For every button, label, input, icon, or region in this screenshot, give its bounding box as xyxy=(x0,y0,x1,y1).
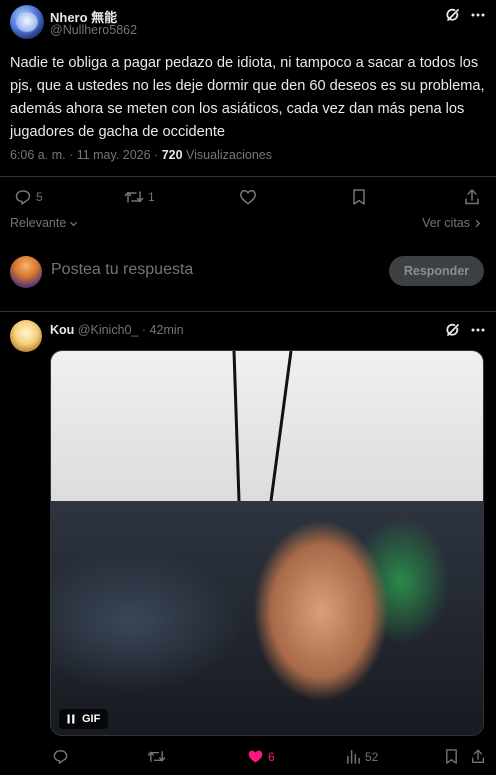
chevron-right-icon xyxy=(475,219,481,227)
share-icon xyxy=(472,749,484,763)
reply-header: Kou @Kinich0_ · 42min xyxy=(50,323,184,337)
more-icon[interactable] xyxy=(468,320,488,340)
gif-badge[interactable]: GIF xyxy=(59,709,109,729)
reply-repost-button[interactable] xyxy=(147,748,166,765)
like-icon xyxy=(240,190,256,205)
reply-author-name[interactable]: Kou xyxy=(50,323,74,337)
reply-input[interactable]: Postea tu respuesta xyxy=(51,261,193,279)
like-icon xyxy=(248,750,263,763)
bookmark-icon xyxy=(446,749,457,764)
views-label: Visualizaciones xyxy=(182,148,272,162)
reply-button[interactable]: 5 xyxy=(14,188,43,206)
more-icon[interactable] xyxy=(468,5,488,25)
view-quotes-label: Ver citas xyxy=(422,216,470,230)
view-quotes-link[interactable]: Ver citas xyxy=(422,216,482,230)
repost-icon xyxy=(147,751,166,762)
share-icon xyxy=(465,189,479,205)
pause-icon xyxy=(67,714,75,724)
bookmark-icon xyxy=(353,189,365,205)
author-handle[interactable]: @Nullhero5862 xyxy=(50,23,137,37)
sort-label: Relevante xyxy=(10,216,67,230)
reply-author-handle[interactable]: @Kinich0_ xyxy=(78,323,139,337)
reply-icon xyxy=(15,190,31,205)
reply-share-button[interactable] xyxy=(470,748,486,765)
like-count: 6 xyxy=(268,749,275,764)
repost-count: 1 xyxy=(148,190,155,204)
divider xyxy=(0,176,496,177)
gif-frame-bottom xyxy=(51,501,483,735)
tweet-text: Nadie te obliga a pagar pedazo de idiota… xyxy=(10,55,485,140)
views-icon xyxy=(347,750,360,764)
reply-views[interactable]: 52 xyxy=(346,748,378,765)
author-avatar[interactable] xyxy=(10,5,44,39)
bookmark-button[interactable] xyxy=(351,188,367,206)
reply-like-button[interactable]: 6 xyxy=(247,748,275,765)
grok-icon[interactable] xyxy=(443,5,463,25)
repost-icon xyxy=(124,191,144,203)
views-count: 720 xyxy=(161,148,183,162)
reply-views-count: 52 xyxy=(365,749,379,764)
repost-button[interactable]: 1 xyxy=(124,188,155,206)
gif-label: GIF xyxy=(82,713,101,725)
gif-frame-top xyxy=(51,351,483,501)
my-avatar[interactable] xyxy=(10,256,42,288)
responder-button[interactable]: Responder xyxy=(389,256,484,286)
reply-time[interactable]: · 42min xyxy=(138,323,184,337)
grok-icon[interactable] xyxy=(443,320,463,340)
chevron-down-icon xyxy=(70,221,78,226)
like-button[interactable] xyxy=(239,188,257,206)
tweet-timestamp[interactable]: 6:06 a. m. · 11 may. 2026 · xyxy=(10,148,162,162)
reply-bookmark-button[interactable] xyxy=(444,748,459,765)
sort-dropdown[interactable]: Relevante xyxy=(10,216,78,230)
reply-reply-button[interactable] xyxy=(52,748,69,765)
gif-media[interactable]: GIF xyxy=(50,350,484,736)
reply-icon xyxy=(53,750,68,764)
reply-count: 5 xyxy=(36,190,43,204)
reply-author-avatar[interactable] xyxy=(10,320,42,352)
tweet-meta: 6:06 a. m. · 11 may. 2026 · 720 Visualiz… xyxy=(10,148,272,162)
share-button[interactable] xyxy=(463,188,481,206)
divider xyxy=(0,311,496,312)
